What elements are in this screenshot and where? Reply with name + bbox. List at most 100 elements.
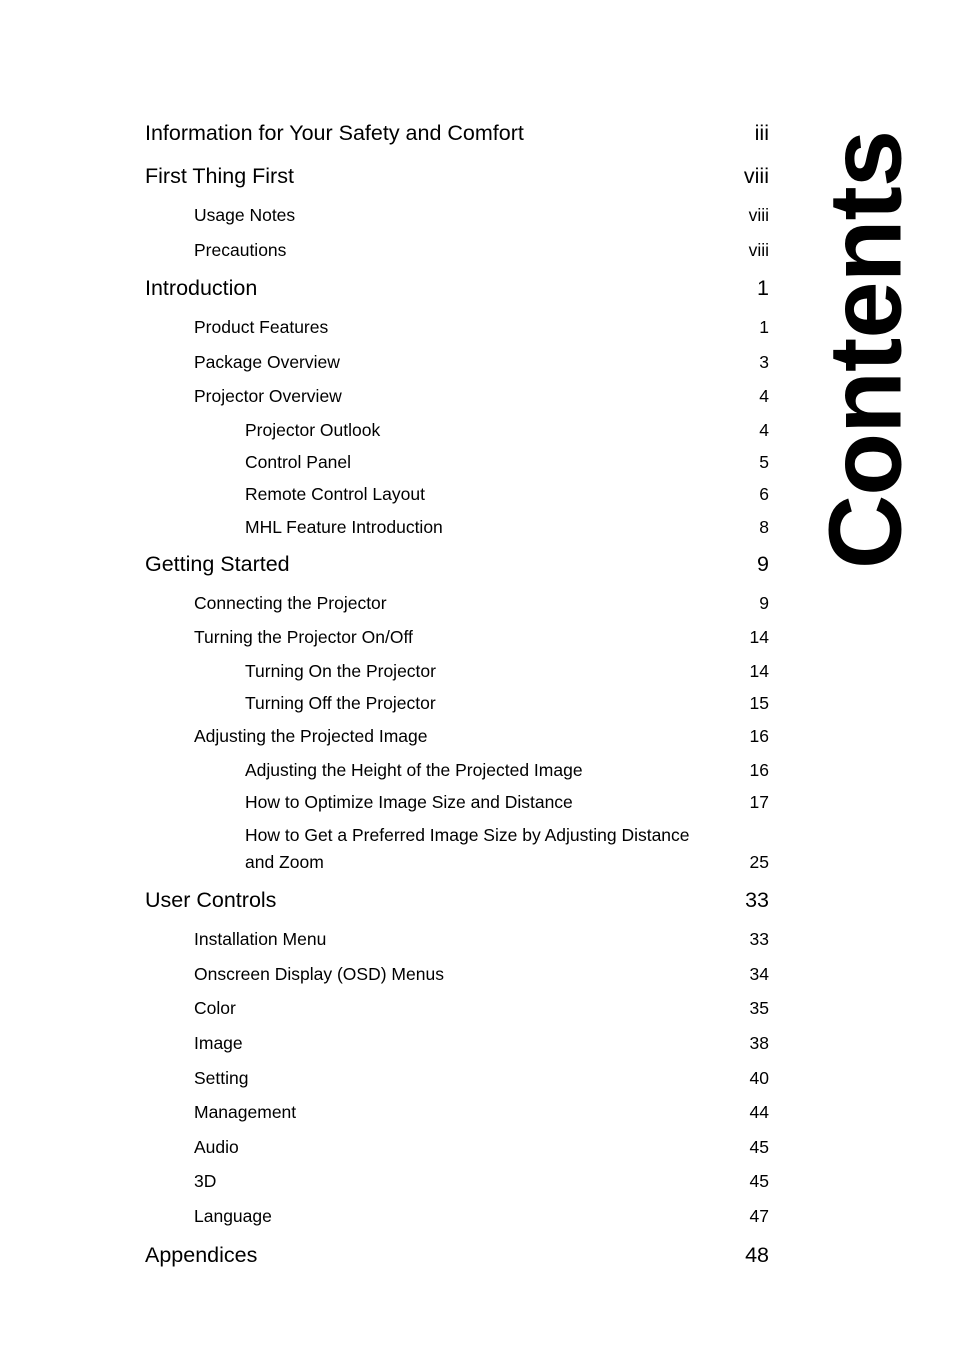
toc-entry[interactable]: Appendices 48: [145, 1234, 769, 1277]
toc-entry-label: Adjusting the Projected Image: [194, 726, 428, 747]
toc-entry-label: Language: [194, 1206, 272, 1226]
toc-entry[interactable]: Turning the Projector On/Off 14: [145, 620, 769, 655]
toc-entry[interactable]: Remote Control Layout 6: [145, 478, 769, 510]
toc-entry[interactable]: Control Panel 5: [145, 446, 769, 478]
toc-entry-page-number: 3: [759, 351, 769, 372]
toc-entry[interactable]: MHL Feature Introduction 8: [145, 511, 769, 543]
toc-entry-label: Appendices: [145, 1242, 258, 1267]
toc-entry-page-number: viii: [748, 205, 769, 225]
toc-entry[interactable]: Introduction 1: [145, 267, 769, 310]
toc-entry-page-number: 1: [759, 317, 769, 338]
toc-entry-label: Onscreen Display (OSD) Menus: [194, 963, 444, 984]
toc-entry[interactable]: User Controls 33: [145, 879, 769, 922]
toc-entry-page-number: 4: [759, 386, 769, 407]
toc-entry-page-number: 25: [749, 852, 769, 873]
toc-entry-page-number: 17: [749, 792, 769, 813]
page-title: Contents: [807, 130, 923, 570]
toc-entry[interactable]: Adjusting the Projected Image 16: [145, 719, 769, 754]
side-title-container: Contents: [790, 110, 940, 590]
toc-entry-label: MHL Feature Introduction: [245, 516, 443, 537]
toc-entry[interactable]: Projector Outlook 4: [145, 414, 769, 446]
toc-entry-page-number: viii: [748, 239, 769, 260]
toc-entry[interactable]: 3D 45: [145, 1164, 769, 1199]
toc-entry-page-number: viii: [743, 164, 769, 188]
toc-entry-page-number: 14: [749, 627, 769, 648]
toc-entry-label: Control Panel: [245, 452, 352, 473]
toc-entry[interactable]: Language 47: [145, 1199, 769, 1234]
toc-entry-label: Projector Overview: [194, 386, 342, 407]
toc-entry-page-number: 16: [749, 726, 769, 747]
toc-entry-label: Adjusting the Height of the Projected Im…: [245, 759, 583, 780]
toc-entry-label: How to Get a Preferred Image Size by Adj…: [245, 825, 690, 873]
toc-entry[interactable]: How to Optimize Image Size and Distance 1…: [145, 786, 769, 818]
toc-entry-page-number: 45: [749, 1171, 769, 1192]
table-of-contents: Information for Your Safety and Comfort i…: [145, 112, 769, 1277]
toc-entry-page-number: 48: [745, 1242, 769, 1267]
toc-entry[interactable]: Package Overview 3: [145, 345, 769, 380]
toc-entry-label: Audio: [194, 1136, 239, 1157]
toc-entry-page-number: iii: [754, 121, 769, 145]
toc-entry[interactable]: First Thing First viii: [145, 155, 769, 198]
toc-entry[interactable]: Precautions viii: [145, 233, 769, 268]
toc-entry-label: Turning Off the Projector: [245, 693, 436, 714]
toc-entry-label: First Thing First: [145, 164, 294, 188]
toc-entry[interactable]: Installation Menu 33: [145, 922, 769, 957]
toc-entry-page-number: 47: [749, 1206, 769, 1226]
toc-entry[interactable]: Turning Off the Projector 15: [145, 687, 769, 719]
toc-entry-page-number: 14: [749, 660, 769, 681]
toc-entry-label: User Controls: [145, 888, 277, 913]
toc-entry-label: Getting Started: [145, 551, 290, 576]
toc-entry-label: Setting: [194, 1067, 249, 1088]
toc-entry-label: Image: [194, 1033, 243, 1054]
toc-entry-page-number: 9: [759, 592, 769, 613]
toc-entry-label: Remote Control Layout: [245, 484, 425, 505]
toc-entry-page-number: 1: [757, 276, 769, 301]
toc-entry-label: Introduction: [145, 276, 258, 301]
toc-entry[interactable]: Getting Started 9: [145, 543, 769, 586]
toc-entry-label: Information for Your Safety and Comfort: [145, 121, 524, 145]
toc-entry[interactable]: Adjusting the Height of the Projected Im…: [145, 754, 769, 786]
toc-entry-label: Connecting the Projector: [194, 592, 387, 613]
toc-entry-page-number: 35: [749, 998, 769, 1019]
toc-entry[interactable]: Usage Notes viii: [145, 198, 769, 233]
toc-entry-label: Projector Outlook: [245, 419, 381, 440]
toc-entry[interactable]: Projector Overview 4: [145, 379, 769, 414]
toc-entry[interactable]: Onscreen Display (OSD) Menus 34: [145, 957, 769, 992]
toc-entry-label: 3D: [194, 1171, 217, 1192]
toc-entry-label: Precautions: [194, 239, 287, 260]
toc-entry-page-number: 44: [749, 1102, 769, 1123]
toc-entry-page-number: 33: [745, 888, 769, 913]
toc-entry-page-number: 15: [749, 693, 769, 714]
toc-entry[interactable]: Setting 40: [145, 1061, 769, 1096]
toc-entry-page-number: 40: [749, 1067, 769, 1088]
toc-entry[interactable]: Product Features 1: [145, 310, 769, 345]
toc-entry-page-number: 9: [757, 551, 769, 576]
toc-entry-label: Package Overview: [194, 351, 340, 372]
toc-entry-label: Management: [194, 1102, 297, 1123]
toc-entry[interactable]: Connecting the Projector 9: [145, 586, 769, 621]
toc-entry-page-number: 33: [749, 929, 769, 950]
toc-entry-label: Color: [194, 998, 236, 1019]
toc-entry-page-number: 34: [749, 963, 769, 984]
toc-entry-label: Turning the Projector On/Off: [194, 627, 413, 648]
toc-entry-label: Installation Menu: [194, 929, 327, 950]
toc-entry[interactable]: Image 38: [145, 1026, 769, 1061]
toc-entry-label: How to Optimize Image Size and Distance: [245, 792, 573, 813]
toc-entry-page-number: 8: [759, 516, 769, 537]
toc-entry-page-number: 6: [759, 484, 769, 505]
toc-entry-label: Usage Notes: [194, 205, 296, 225]
toc-entry[interactable]: How to Get a Preferred Image Size by Adj…: [145, 818, 769, 879]
document-page: Contents Information for Your Safety and…: [0, 0, 954, 1369]
toc-entry-page-number: 45: [749, 1136, 769, 1157]
toc-entry-page-number: 5: [759, 452, 769, 473]
toc-entry-label: Product Features: [194, 317, 329, 338]
toc-entry[interactable]: Management 44: [145, 1095, 769, 1130]
toc-entry[interactable]: Information for Your Safety and Comfort i…: [145, 112, 769, 155]
toc-entry[interactable]: Audio 45: [145, 1130, 769, 1165]
toc-entry[interactable]: Color 35: [145, 991, 769, 1026]
toc-entry[interactable]: Turning On the Projector 14: [145, 655, 769, 687]
toc-entry-page-number: 16: [749, 759, 769, 780]
toc-entry-page-number: 4: [759, 419, 769, 440]
toc-entry-page-number: 38: [749, 1033, 769, 1054]
toc-entry-label: Turning On the Projector: [245, 660, 436, 681]
